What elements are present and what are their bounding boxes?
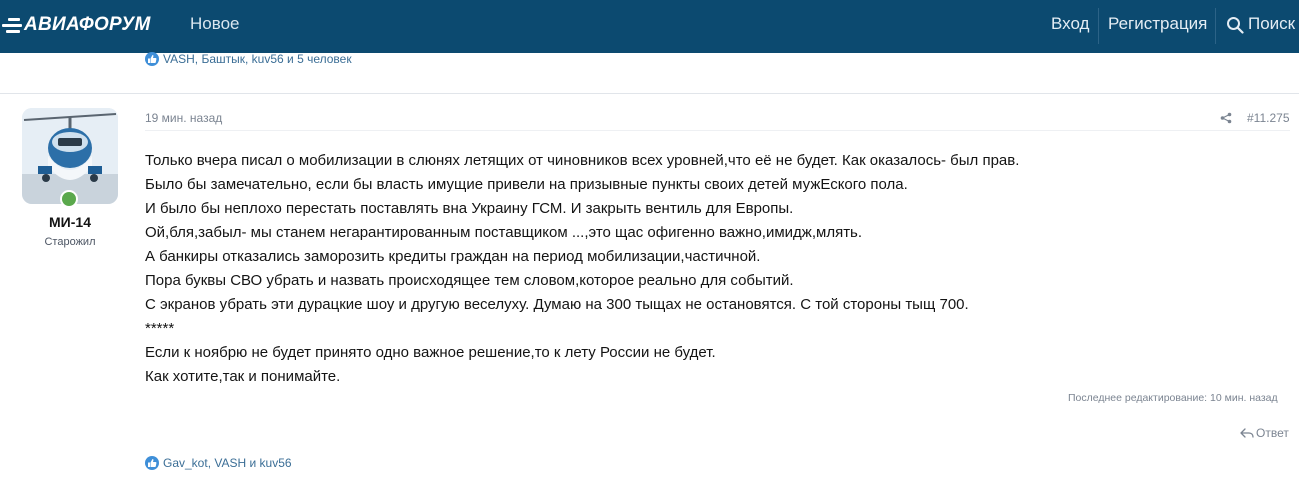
post-reactions-text[interactable]: Gav_kot, VASH и kuv56: [163, 456, 292, 470]
post-line: Только вчера писал о мобилизации в слюня…: [145, 152, 1020, 169]
post-line: Пора буквы СВО убрать и назвать происход…: [145, 272, 794, 289]
site-logo[interactable]: АВИАФОРУМ: [0, 13, 151, 37]
post-author-name[interactable]: МИ-14: [22, 214, 118, 230]
like-icon: [145, 52, 159, 66]
post-body: Только вчера писал о мобилизации в слюня…: [145, 149, 1285, 389]
register-link[interactable]: Регистрация: [1108, 14, 1207, 34]
post-number-link[interactable]: #11.275: [1247, 111, 1290, 125]
post-line: А банкиры отказались заморозить кредиты …: [145, 248, 761, 265]
top-navigation-bar: АВИАФОРУМ Новое Вход Регистрация Поиск: [0, 0, 1299, 53]
reply-label: Ответ: [1256, 426, 1289, 440]
share-icon[interactable]: [1220, 112, 1232, 124]
meta-divider: [145, 130, 1290, 131]
post-author-title: Старожил: [44, 236, 96, 248]
post-line: Как хотите,так и понимайте.: [145, 368, 341, 385]
reply-button[interactable]: Ответ: [1240, 426, 1289, 440]
post-line: И было бы неплохо перестать поставлять в…: [145, 200, 794, 217]
logo-mark-icon: [0, 15, 22, 35]
last-edited-note: Последнее редактирование: 10 мин. назад: [1068, 392, 1278, 404]
post-divider: [0, 93, 1299, 94]
online-status-icon: [60, 190, 78, 208]
post-timestamp[interactable]: 19 мин. назад: [145, 111, 222, 125]
post-line: Если к ноябрю не будет принято одно важн…: [145, 344, 716, 361]
prev-post-reactions[interactable]: VASH, Баштык, kuv56 и 5 человек: [145, 52, 352, 66]
post-reactions[interactable]: Gav_kot, VASH и kuv56: [145, 456, 292, 470]
nav-separator: [1215, 8, 1216, 44]
search-link[interactable]: Поиск: [1248, 14, 1295, 34]
post-line: С экранов убрать эти дурацкие шоу и друг…: [145, 296, 969, 313]
post-line: Было бы замечательно, если бы власть иму…: [145, 176, 908, 193]
reply-icon: [1240, 428, 1254, 438]
nav-new-link[interactable]: Новое: [190, 14, 239, 34]
nav-separator: [1098, 8, 1099, 44]
login-link[interactable]: Вход: [1051, 14, 1089, 34]
like-icon: [145, 456, 159, 470]
search-icon[interactable]: [1226, 16, 1244, 34]
post-line: *****: [145, 320, 175, 337]
post-line: Ой,бля,забыл- мы станем негарантированны…: [145, 224, 863, 241]
logo-text: АВИАФОРУМ: [24, 14, 151, 35]
prev-reactions-text[interactable]: VASH, Баштык, kuv56 и 5 человек: [163, 52, 352, 66]
